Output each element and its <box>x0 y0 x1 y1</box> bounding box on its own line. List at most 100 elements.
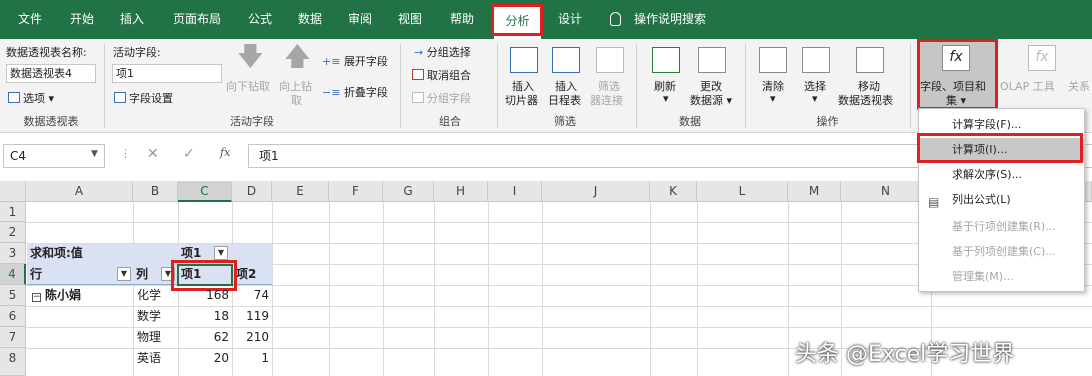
group-pivot-label: 数据透视表 <box>23 115 79 128</box>
row-header-8[interactable]: 8 <box>0 348 26 376</box>
value-cell-c[interactable]: 168 <box>178 286 229 305</box>
field-settings-button[interactable]: 字段设置 <box>114 90 173 106</box>
subject-cell[interactable]: 数学 <box>137 307 161 326</box>
subject-cell[interactable]: 化学 <box>137 286 161 305</box>
name-box-dropdown-icon[interactable]: ▼ <box>91 149 98 159</box>
column-field-filter-dropdown[interactable]: ▼ <box>214 246 228 260</box>
column-header-h[interactable]: H <box>434 181 488 202</box>
group-field-label: 分组字段 <box>427 92 471 105</box>
tell-me-search[interactable]: 操作说明搜索 <box>634 0 706 39</box>
name-box[interactable]: C4 <box>3 144 105 168</box>
change-source-icon <box>698 47 726 73</box>
column-header-j[interactable]: J <box>542 181 650 202</box>
menu-list-formulas[interactable]: 列出公式(L) <box>919 188 1084 212</box>
person-row[interactable]: − 陈小娟 <box>32 286 81 305</box>
relationships-button[interactable]: 关系 <box>1068 78 1090 94</box>
column-header-d[interactable]: D <box>232 181 272 202</box>
watermark-text: 头条 @Excel学习世界 <box>795 342 1015 367</box>
pivot-item-2-header[interactable]: 项2 <box>236 265 256 284</box>
subject-cell[interactable]: 物理 <box>137 328 161 347</box>
pivot-column-label: 列 <box>136 267 149 281</box>
group-field-icon <box>412 92 424 103</box>
person-name: 陈小娟 <box>45 288 82 302</box>
column-header-m[interactable]: M <box>788 181 841 202</box>
active-field-input[interactable]: 项1 <box>112 64 222 83</box>
tab-formulas[interactable]: 公式 <box>238 0 282 39</box>
column-header-b[interactable]: B <box>133 181 178 202</box>
tab-insert[interactable]: 插入 <box>110 0 154 39</box>
tab-file[interactable]: 文件 <box>10 0 50 39</box>
clear-icon <box>759 47 787 73</box>
move-pivot-line2: 数据透视表 <box>838 94 893 107</box>
menu-manage-sets[interactable]: 管理集(M)... <box>919 265 1084 289</box>
pivot-name-input[interactable]: 数据透视表4 <box>6 64 96 83</box>
tab-data[interactable]: 数据 <box>288 0 332 39</box>
row-header-2[interactable]: 2 <box>0 222 26 243</box>
drill-down-button[interactable]: 向下钻取 <box>226 78 270 94</box>
column-header-l[interactable]: L <box>697 181 788 202</box>
row-header-6[interactable]: 6 <box>0 306 26 327</box>
expand-icon: +≡ <box>322 55 344 68</box>
options-button[interactable]: 选项 ▾ <box>8 90 54 106</box>
group-selection-button[interactable]: → 分组选择 <box>414 44 471 60</box>
active-field-label: 活动字段: <box>113 46 161 59</box>
tab-home[interactable]: 开始 <box>60 0 104 39</box>
tab-help[interactable]: 帮助 <box>440 0 484 39</box>
row-header-7[interactable]: 7 <box>0 327 26 348</box>
row-label-filter-dropdown[interactable]: ▼ <box>117 267 131 281</box>
expand-field-button[interactable]: +≡ 展开字段 <box>322 53 388 69</box>
column-header-e[interactable]: E <box>272 181 329 202</box>
value-cell-c[interactable]: 62 <box>178 328 229 347</box>
tab-review[interactable]: 审阅 <box>338 0 382 39</box>
menu-create-set-rows[interactable]: 基于行项创建集(R)... <box>919 215 1084 239</box>
insert-timeline-line2: 日程表 <box>548 94 581 107</box>
select-dropdown[interactable]: ▾ <box>812 92 818 105</box>
select-icon <box>802 47 830 73</box>
subject-cell[interactable]: 英语 <box>137 349 161 368</box>
value-cell-c[interactable]: 20 <box>178 349 229 368</box>
row-header-4[interactable]: 4 <box>0 264 26 285</box>
pivot-name-label: 数据透视表名称: <box>6 46 87 59</box>
row-header-1[interactable]: 1 <box>0 202 26 222</box>
cancel-icon[interactable]: ✕ <box>147 146 159 162</box>
column-header-c[interactable]: C <box>178 181 232 202</box>
column-header-k[interactable]: K <box>650 181 697 202</box>
ungroup-icon <box>412 69 424 80</box>
change-source-line2: 数据源 ▾ <box>690 94 733 107</box>
select-all-corner[interactable] <box>0 181 26 202</box>
slicer-icon <box>510 47 538 73</box>
clear-dropdown[interactable]: ▾ <box>770 92 776 105</box>
ungroup-label: 取消组合 <box>427 69 471 82</box>
group-field-button[interactable]: 分组字段 <box>412 90 471 106</box>
ungroup-button[interactable]: 取消组合 <box>412 67 471 83</box>
group-data-label: 数据 <box>679 115 701 128</box>
column-header-g[interactable]: G <box>383 181 434 202</box>
tab-design[interactable]: 设计 <box>548 0 592 39</box>
ribbon-tab-bar: 文件 开始 插入 页面布局 公式 数据 审阅 视图 帮助 分析 设计 操作说明搜… <box>0 0 1092 39</box>
move-pivot-icon <box>856 47 884 73</box>
gridline <box>697 202 698 376</box>
tab-page-layout[interactable]: 页面布局 <box>163 0 231 39</box>
pivot-sum-label: 求和项:值 <box>30 246 83 260</box>
refresh-dropdown[interactable]: ▾ <box>663 92 669 105</box>
value-cell-d[interactable]: 74 <box>232 286 269 305</box>
enter-icon[interactable]: ✓ <box>183 146 195 162</box>
value-cell-d[interactable]: 210 <box>232 328 269 347</box>
collapse-field-button[interactable]: −≡ 折叠字段 <box>322 84 388 100</box>
row-header-3[interactable]: 3 <box>0 243 26 264</box>
row-header-5[interactable]: 5 <box>0 285 26 306</box>
group-selection-icon: → <box>414 46 427 59</box>
tab-view[interactable]: 视图 <box>388 0 432 39</box>
gridline <box>133 202 134 376</box>
olap-tools-button[interactable]: OLAP 工具 <box>1000 78 1055 94</box>
column-header-f[interactable]: F <box>329 181 383 202</box>
menu-create-set-columns[interactable]: 基于列项创建集(C)... <box>919 240 1084 264</box>
value-cell-d[interactable]: 119 <box>232 307 269 326</box>
value-cell-c[interactable]: 18 <box>178 307 229 326</box>
value-cell-d[interactable]: 1 <box>232 349 269 368</box>
column-header-a[interactable]: A <box>26 181 133 202</box>
insert-function-icon[interactable]: fx <box>220 146 230 159</box>
collapse-toggle-icon[interactable]: − <box>32 293 41 302</box>
column-header-i[interactable]: I <box>488 181 542 202</box>
menu-solve-order[interactable]: 求解次序(S)... <box>919 163 1084 187</box>
